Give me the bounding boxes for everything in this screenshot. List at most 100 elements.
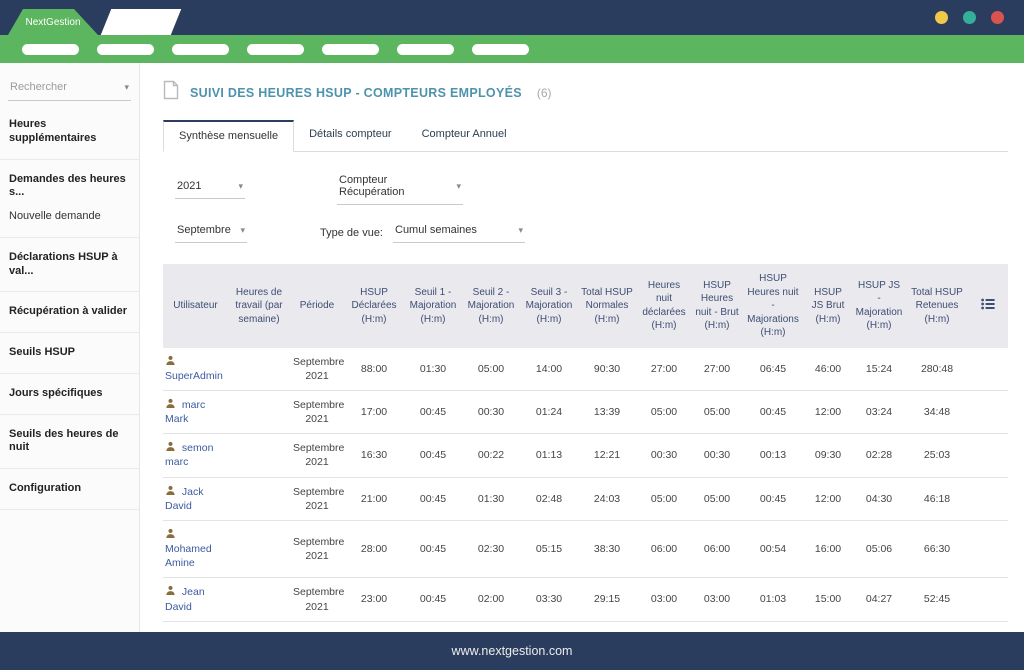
year-select[interactable]: 2021 ▾ [175, 178, 245, 199]
user-name-link[interactable]: Mohamed Amine [165, 543, 212, 569]
tab-bar: Synthèse mensuelle Détails compteur Compte… [163, 120, 1008, 152]
sidebar: Rechercher ▾ Heures supplémentaires Deman… [0, 63, 140, 632]
tab[interactable]: Détails compteur [294, 120, 407, 152]
counter-type-select[interactable]: Compteur Récupération ▾ [337, 172, 463, 205]
column-header[interactable]: Heures nuit déclarées (H:m) [636, 264, 692, 348]
sidebar-item[interactable]: Seuils des heures de nuit [0, 423, 139, 461]
window-control-dot[interactable] [963, 11, 976, 24]
column-header[interactable]: Seuil 2 - Majoration (H:m) [462, 264, 520, 348]
value-cell: 00:22 [462, 433, 520, 478]
user-cell: SuperAdmin [163, 347, 228, 391]
value-cell: 00:13 [742, 433, 804, 478]
hours-per-week-cell [228, 477, 290, 521]
sidebar-item[interactable]: Heures supplémentaires [0, 113, 139, 151]
chevron-down-icon: ▾ [240, 224, 245, 235]
column-header[interactable]: HSUP Déclarées (H:m) [344, 264, 404, 348]
footer: www.nextgestion.com [0, 632, 1024, 670]
sidebar-group: Déclarations HSUP à val... [0, 238, 139, 293]
table-row: SuperAdmin Septembre 2021 88:00 01:30 05:00 1… [163, 347, 1008, 391]
column-header[interactable]: Période [290, 264, 344, 348]
user-name-link[interactable]: SuperAdmin [165, 370, 223, 382]
value-cell: 06:00 [636, 520, 692, 579]
value-cell: 13:39 [578, 390, 636, 435]
value-cell: 02:00 [462, 577, 520, 622]
sidebar-group: Jours spécifiques [0, 374, 139, 415]
user-cell: marc Mark [163, 390, 228, 435]
user-cell: Jack David [163, 477, 228, 521]
value-cell: 15:24 [852, 347, 906, 391]
value-cell: 27:00 [636, 347, 692, 391]
column-header[interactable]: HSUP Heures nuit - Majorations (H:m) [742, 264, 804, 348]
sidebar-group: Récupération à valider [0, 292, 139, 333]
sidebar-item[interactable]: Nouvelle demande [0, 205, 139, 229]
value-cell: 00:45 [404, 520, 462, 579]
row-options-cell [968, 520, 1008, 579]
value-cell: 21:00 [344, 477, 404, 521]
month-select-value: Septembre [177, 224, 231, 236]
period-cell: Septembre 2021 [290, 390, 344, 435]
period-cell: Septembre 2021 [290, 577, 344, 622]
value-cell: 280:48 [906, 347, 968, 391]
filters: 2021 ▾ Compteur Récupération ▾ Septembre… [163, 152, 1008, 264]
column-header[interactable]: Total HSUP Normales (H:m) [578, 264, 636, 348]
nav-menu-pill[interactable] [472, 43, 529, 55]
column-header[interactable]: Seuil 3 - Majoration (H:m) [520, 264, 578, 348]
sidebar-item[interactable]: Récupération à valider [0, 300, 139, 324]
sidebar-item[interactable]: Configuration [0, 477, 139, 501]
nav-menu-pill[interactable] [397, 43, 454, 55]
window-control-dot[interactable] [991, 11, 1004, 24]
column-header[interactable]: Utilisateur [163, 264, 228, 348]
value-cell: 24:03 [578, 477, 636, 521]
value-cell: 14:00 [520, 347, 578, 391]
view-type-select[interactable]: Cumul semaines ▾ [393, 222, 525, 243]
nav-menu-pill[interactable] [322, 43, 379, 55]
nav-menu-pill[interactable] [172, 43, 229, 55]
hours-per-week-cell [228, 577, 290, 622]
sidebar-item[interactable]: Demandes des heures s... [0, 168, 139, 206]
value-cell: 01:13 [520, 433, 578, 478]
window-control-dot[interactable] [935, 11, 948, 24]
chevron-down-icon: ▾ [518, 224, 523, 235]
value-cell: 03:24 [852, 390, 906, 435]
window-controls [935, 11, 1004, 24]
value-cell: 00:54 [742, 520, 804, 579]
column-header[interactable]: HSUP Heures nuit - Brut (H:m) [692, 264, 742, 348]
brand-logo[interactable]: NextGestion [8, 9, 98, 35]
value-cell: 09:30 [804, 433, 852, 478]
search-input[interactable]: Rechercher ▾ [8, 77, 131, 101]
tab[interactable]: Synthèse mensuelle [163, 120, 295, 152]
column-header[interactable]: HSUP JS - Majoration (H:m) [852, 264, 906, 348]
window-titlebar: NextGestion [0, 0, 1024, 35]
value-cell: 00:30 [692, 433, 742, 478]
footer-url[interactable]: www.nextgestion.com [452, 644, 573, 658]
sidebar-item[interactable]: Seuils HSUP [0, 341, 139, 365]
sidebar-item[interactable]: Déclarations HSUP à val... [0, 246, 139, 284]
value-cell: 01:24 [520, 390, 578, 435]
value-cell: 05:00 [636, 477, 692, 521]
nav-menu-pill[interactable] [22, 43, 79, 55]
value-cell: 05:00 [692, 390, 742, 435]
hours-per-week-cell [228, 520, 290, 579]
sidebar-menu: Heures supplémentaires Demandes des heure… [0, 105, 139, 510]
column-header[interactable]: Heures de travail (par semaine) [228, 264, 290, 348]
nav-menu-pill[interactable] [247, 43, 304, 55]
sidebar-item[interactable]: Jours spécifiques [0, 382, 139, 406]
column-header[interactable]: HSUP JS Brut (H:m) [804, 264, 852, 348]
value-cell: 16:00 [804, 520, 852, 579]
value-cell: 23:00 [344, 577, 404, 622]
nav-menu-pill[interactable] [97, 43, 154, 55]
value-cell: 04:27 [852, 577, 906, 622]
hours-per-week-cell [228, 390, 290, 435]
view-type-value: Cumul semaines [395, 224, 477, 236]
sidebar-group: Seuils des heures de nuit [0, 415, 139, 469]
column-header[interactable]: Total HSUP Retenues (H:m) [906, 264, 968, 348]
value-cell: 12:00 [804, 477, 852, 521]
column-header[interactable]: Seuil 1 - Majoration (H:m) [404, 264, 462, 348]
sidebar-group: Configuration [0, 469, 139, 510]
table-row: marc Mark Septembre 2021 17:00 00:45 00:30 01… [163, 390, 1008, 435]
main-content: SUIVI DES HEURES HSUP - COMPTEURS EMPLOY… [140, 63, 1024, 632]
month-select[interactable]: Septembre ▾ [175, 222, 247, 243]
value-cell: 46:18 [906, 477, 968, 521]
tab[interactable]: Compteur Annuel [407, 120, 522, 152]
list-view-icon[interactable] [981, 298, 995, 313]
